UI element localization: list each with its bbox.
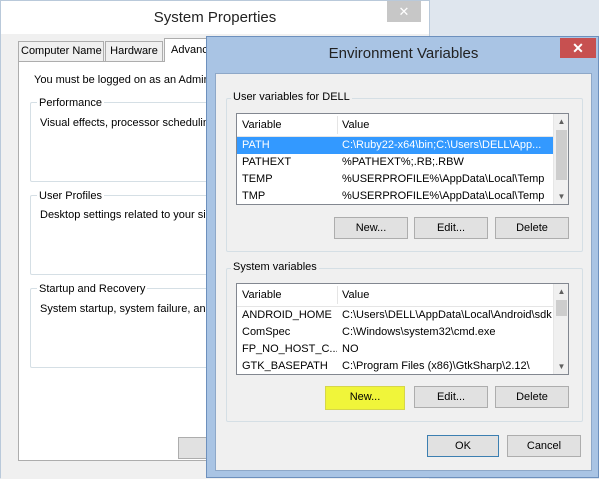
system-properties-title: System Properties [153, 9, 277, 26]
variable-value: C:\Users\DELL\AppData\Local\Android\sdk [342, 309, 552, 321]
user-new-button[interactable]: New... [334, 217, 408, 239]
variable-value: %USERPROFILE%\AppData\Local\Temp [342, 173, 545, 185]
system-delete-button[interactable]: Delete [495, 386, 569, 408]
user-variable-row-tmp[interactable]: TMP %USERPROFILE%\AppData\Local\Temp [237, 188, 553, 204]
variable-value: C:\Program Files (x86)\GtkSharp\2.12\ [342, 360, 530, 372]
column-divider[interactable] [337, 286, 338, 304]
scroll-up-icon[interactable]: ▲ [554, 284, 568, 299]
variable-value: %USERPROFILE%\AppData\Local\Temp [342, 190, 545, 202]
variable-name: TMP [242, 190, 266, 202]
scroll-thumb[interactable] [556, 130, 567, 180]
variable-name: ComSpec [242, 326, 291, 338]
startup-recovery-group-title: Startup and Recovery [37, 283, 148, 295]
user-delete-button[interactable]: Delete [495, 217, 569, 239]
startup-recovery-description: System startup, system failure, and d [40, 303, 221, 315]
cancel-button[interactable]: Cancel [507, 435, 581, 457]
scroll-down-icon[interactable]: ▼ [554, 359, 568, 374]
user-variable-row-path[interactable]: PATH C:\Ruby22-x64\bin;C:\Users\DELL\App… [237, 137, 553, 154]
column-header-variable[interactable]: Variable [242, 289, 282, 301]
system-variable-row-comspec[interactable]: ComSpec C:\Windows\system32\cmd.exe [237, 324, 553, 341]
user-variables-header: Variable Value [237, 114, 553, 137]
variable-value: %PATHEXT%;.RB;.RBW [342, 156, 464, 168]
startup-recovery-group [30, 288, 220, 368]
user-profiles-group-title: User Profiles [37, 190, 104, 202]
variable-value: C:\Windows\system32\cmd.exe [342, 326, 496, 338]
user-edit-button[interactable]: Edit... [414, 217, 488, 239]
variable-name: PATHEXT [242, 156, 292, 168]
user-variables-scrollbar[interactable]: ▲ ▼ [553, 114, 568, 204]
variable-name: ANDROID_HOME [242, 309, 332, 321]
user-profiles-group [30, 195, 220, 275]
column-header-variable[interactable]: Variable [242, 119, 282, 131]
variable-value: NO [342, 343, 359, 355]
system-edit-button[interactable]: Edit... [414, 386, 488, 408]
scroll-up-icon[interactable]: ▲ [554, 114, 568, 129]
scroll-thumb[interactable] [556, 300, 567, 316]
system-variable-row-fp-no-host[interactable]: FP_NO_HOST_C... NO [237, 341, 553, 358]
environment-variables-close-icon[interactable]: ✕ [560, 38, 596, 58]
tab-hardware[interactable]: Hardware [105, 41, 163, 61]
user-profiles-description: Desktop settings related to your sig [40, 209, 212, 221]
admin-notice: You must be logged on as an Admini [34, 74, 213, 86]
performance-group-title: Performance [37, 97, 104, 109]
performance-group [30, 102, 220, 182]
user-variable-row-pathext[interactable]: PATHEXT %PATHEXT%;.RB;.RBW [237, 154, 553, 171]
system-properties-close-icon[interactable]: ✕ [387, 1, 421, 22]
variable-name: TEMP [242, 173, 273, 185]
system-variables-list[interactable]: Variable Value ANDROID_HOME C:\Users\DEL… [236, 283, 569, 375]
system-new-button[interactable]: New... [325, 386, 405, 410]
user-variables-list[interactable]: Variable Value PATH C:\Ruby22-x64\bin;C:… [236, 113, 569, 205]
user-variables-label: User variables for DELL [231, 91, 352, 103]
variable-name: GTK_BASEPATH [242, 360, 328, 372]
column-divider[interactable] [337, 116, 338, 134]
ok-button[interactable]: OK [427, 435, 499, 457]
system-variables-scrollbar[interactable]: ▲ ▼ [553, 284, 568, 374]
column-header-value[interactable]: Value [342, 289, 369, 301]
system-variable-row-android-home[interactable]: ANDROID_HOME C:\Users\DELL\AppData\Local… [237, 307, 553, 324]
variable-name: PATH [242, 139, 270, 151]
user-variable-row-temp[interactable]: TEMP %USERPROFILE%\AppData\Local\Temp [237, 171, 553, 188]
system-variables-label: System variables [231, 261, 319, 273]
variable-name: FP_NO_HOST_C... [242, 343, 337, 355]
system-variable-row-gtk-basepath[interactable]: GTK_BASEPATH C:\Program Files (x86)\GtkS… [237, 358, 553, 374]
performance-description: Visual effects, processor scheduling [40, 117, 216, 129]
environment-variables-title: Environment Variables [328, 45, 479, 62]
system-variables-header: Variable Value [237, 284, 553, 307]
variable-value: C:\Ruby22-x64\bin;C:\Users\DELL\App... [342, 139, 542, 151]
tab-computer-name[interactable]: Computer Name [18, 41, 104, 61]
column-header-value[interactable]: Value [342, 119, 369, 131]
scroll-down-icon[interactable]: ▼ [554, 189, 568, 204]
